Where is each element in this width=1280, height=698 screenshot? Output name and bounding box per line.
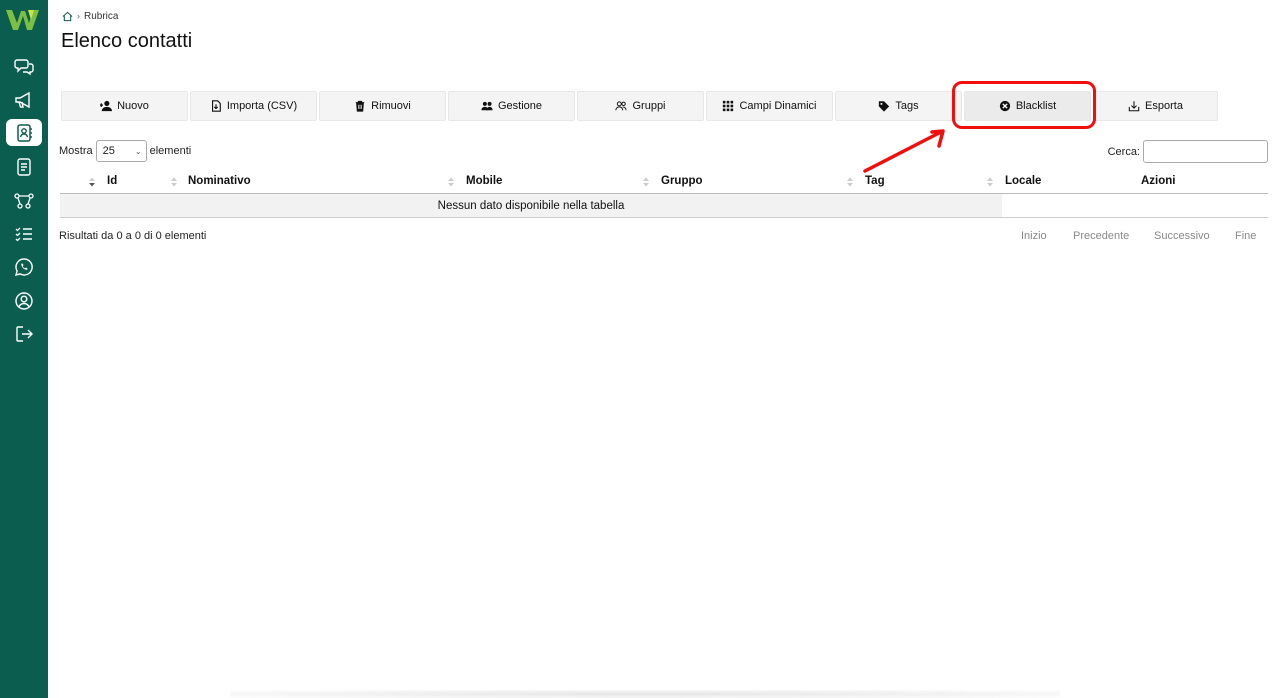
column-header-id[interactable]: Id xyxy=(107,175,117,187)
contact-book-icon xyxy=(17,123,32,142)
flow-nodes-icon xyxy=(14,192,34,209)
user-circle-icon xyxy=(15,291,33,310)
column-header-mobile[interactable]: Mobile xyxy=(466,175,502,187)
import-csv-label: Importa (CSV) xyxy=(226,100,298,112)
highlight-annotation xyxy=(952,81,1096,129)
tags-label: Tags xyxy=(895,100,919,112)
table-info: Risultati da 0 a 0 di 0 elementi xyxy=(59,230,207,242)
logout-icon xyxy=(16,325,33,342)
sidebar xyxy=(0,0,48,698)
empty-table-message: Nessun dato disponibile nella tabella xyxy=(60,194,1002,217)
table-row: Nessun dato disponibile nella tabella xyxy=(60,194,1268,218)
search-input[interactable] xyxy=(1143,140,1268,163)
remove-button[interactable]: Rimuovi xyxy=(319,91,446,121)
megaphone-icon xyxy=(15,91,30,108)
nav-logout[interactable] xyxy=(6,320,42,347)
nav-documents[interactable] xyxy=(6,153,42,180)
column-header-gruppo[interactable]: Gruppo xyxy=(661,175,703,187)
download-icon xyxy=(1128,101,1140,112)
bottom-shadow xyxy=(230,690,1060,698)
pagination-last[interactable]: Fine xyxy=(1235,230,1256,242)
sort-icon[interactable] xyxy=(170,176,178,188)
whatsapp-icon xyxy=(15,257,33,276)
contacts-table: Id Nominativo Mobile Gruppo Tag Locale A… xyxy=(60,171,1268,218)
home-icon[interactable] xyxy=(62,11,73,22)
groups-label: Gruppi xyxy=(632,100,666,112)
pagination-first[interactable]: Inizio xyxy=(1021,230,1047,242)
nav-contacts[interactable] xyxy=(6,119,42,146)
document-icon xyxy=(17,157,31,176)
column-header-azioni: Azioni xyxy=(1141,175,1176,187)
export-label: Esporta xyxy=(1145,100,1183,112)
pagination-next[interactable]: Successivo xyxy=(1154,230,1210,242)
nav-campaigns[interactable] xyxy=(6,86,42,113)
dynamic-fields-label: Campi Dinamici xyxy=(739,100,817,112)
nav-flows[interactable] xyxy=(6,186,42,213)
page-length-control: Mostra 25 ⌄ elementi xyxy=(59,140,191,162)
sort-icon[interactable] xyxy=(642,176,650,188)
page-length-select[interactable]: 25 ⌄ xyxy=(95,140,147,162)
import-csv-button[interactable]: Importa (CSV) xyxy=(190,91,317,121)
nav-profile[interactable] xyxy=(6,287,42,314)
chevron-down-icon: ⌄ xyxy=(134,146,142,156)
search-label: Cerca: xyxy=(1107,145,1140,158)
nav-whatsapp[interactable] xyxy=(6,253,42,280)
elements-label: elementi xyxy=(149,145,192,157)
sort-icon[interactable] xyxy=(846,176,854,188)
grid-dots-icon xyxy=(723,100,734,112)
pagination-previous[interactable]: Precedente xyxy=(1073,230,1129,242)
new-contact-button[interactable]: Nuovo xyxy=(61,91,188,121)
nav-tasks[interactable] xyxy=(6,220,42,247)
sort-desc-icon[interactable] xyxy=(88,176,96,188)
export-button[interactable]: Esporta xyxy=(1093,91,1218,121)
tags-button[interactable]: Tags xyxy=(835,91,962,121)
sort-icon[interactable] xyxy=(447,176,455,188)
users-icon xyxy=(481,101,493,111)
breadcrumb-current: Rubrica xyxy=(84,10,119,22)
checklist-icon xyxy=(15,227,32,241)
nav-chat[interactable] xyxy=(6,52,42,79)
tag-icon xyxy=(879,101,890,112)
page-length-value: 25 xyxy=(102,145,115,157)
groups-button[interactable]: Gruppi xyxy=(577,91,704,121)
chat-bubbles-icon xyxy=(14,58,34,75)
breadcrumb-separator: › xyxy=(77,11,80,21)
column-header-nominativo[interactable]: Nominativo xyxy=(188,175,251,187)
app-logo[interactable] xyxy=(4,6,42,34)
dynamic-fields-button[interactable]: Campi Dinamici xyxy=(706,91,833,121)
file-import-icon xyxy=(211,100,221,112)
manage-label: Gestione xyxy=(497,100,543,112)
show-label: Mostra xyxy=(59,145,93,157)
page-title: Elenco contatti xyxy=(61,30,193,52)
column-header-tag[interactable]: Tag xyxy=(865,175,885,187)
column-header-locale[interactable]: Locale xyxy=(1005,175,1041,187)
search-control: Cerca: xyxy=(1108,140,1268,163)
manage-button[interactable]: Gestione xyxy=(448,91,575,121)
breadcrumb: › Rubrica xyxy=(62,10,118,22)
remove-label: Rimuovi xyxy=(371,100,411,112)
trash-icon xyxy=(355,100,365,112)
table-header: Id Nominativo Mobile Gruppo Tag Locale A… xyxy=(60,171,1268,194)
group-outline-icon xyxy=(615,101,628,111)
sort-icon[interactable] xyxy=(986,176,994,188)
new-contact-label: Nuovo xyxy=(117,100,149,112)
add-user-icon xyxy=(100,100,113,112)
